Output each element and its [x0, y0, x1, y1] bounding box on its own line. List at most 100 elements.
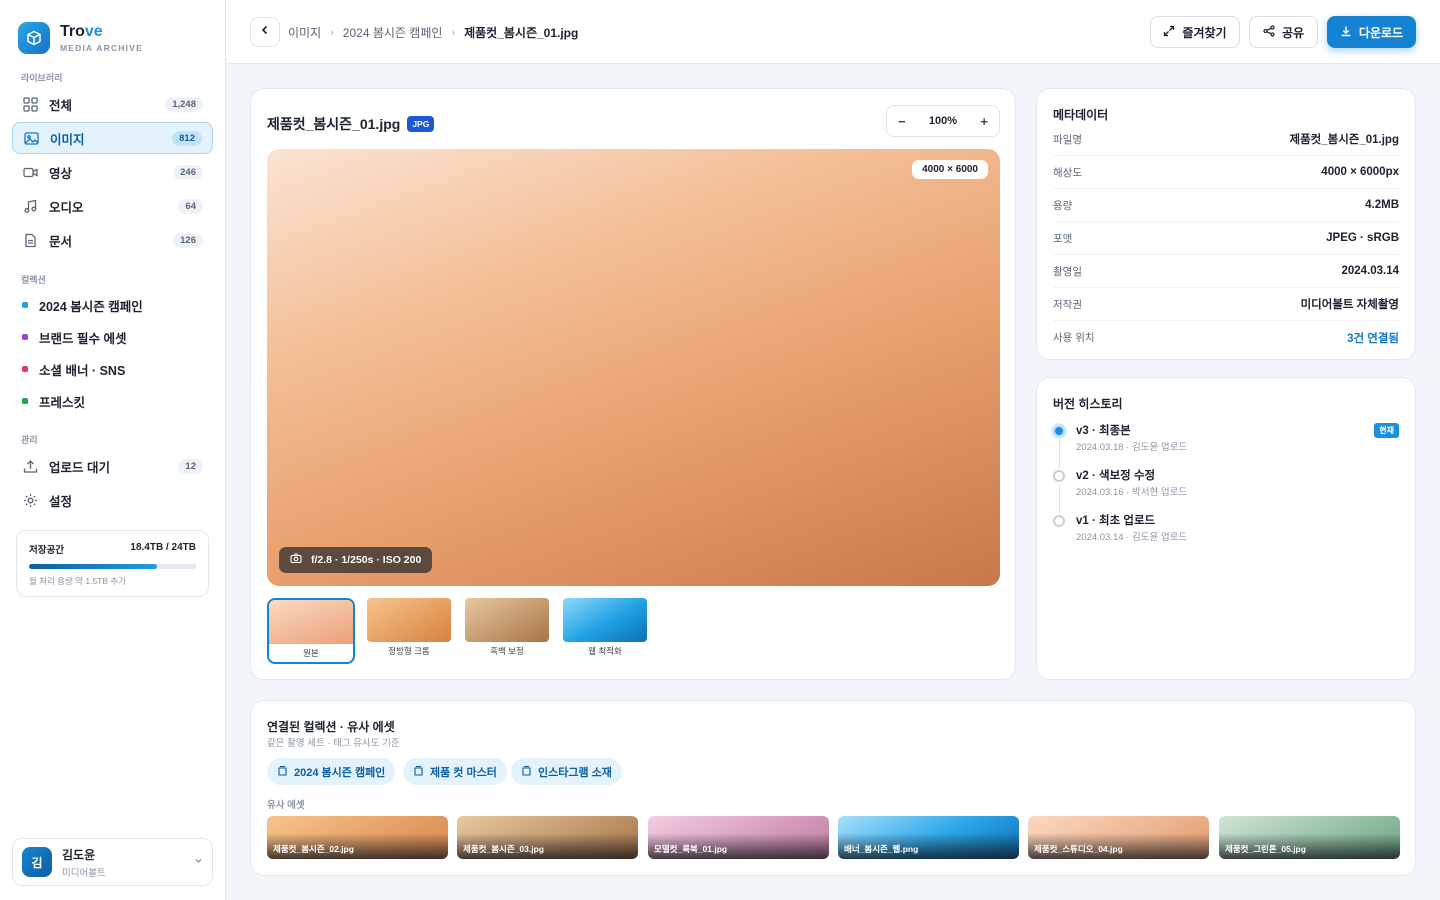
- count-badge: 126: [173, 232, 203, 248]
- thumbnail-image: [563, 598, 647, 642]
- sidebar-item-label: 업로드 대기: [49, 460, 110, 475]
- count-badge: 1,248: [165, 96, 203, 112]
- usage-link[interactable]: 3건 연결됨: [1347, 330, 1399, 346]
- metadata-row: 포맷 JPEG · sRGB: [1053, 222, 1399, 255]
- version-item[interactable]: v1 · 최초 업로드 2024.03.14 · 김도윤 업로드: [1053, 512, 1399, 554]
- thumbnail-image: [367, 598, 451, 642]
- collection-item[interactable]: 2024 봄시즌 캠페인: [12, 290, 213, 320]
- breadcrumb-current: 제품컷_봄시즌_01.jpg: [464, 26, 579, 40]
- collections-section-label: 컬렉션: [21, 275, 46, 285]
- sidebar-item-all[interactable]: 전체 1,248: [12, 88, 213, 120]
- metadata-row: 사용 위치 3건 연결됨: [1053, 321, 1399, 354]
- storage-title: 저장공간: [29, 545, 64, 556]
- chevron-right-icon: ›: [330, 26, 334, 39]
- version-item[interactable]: v2 · 색보정 수정 2024.03.16 · 박서현 업로드: [1053, 467, 1399, 514]
- metadata-row: 해상도 4000 × 6000px: [1053, 156, 1399, 189]
- sidebar-item-settings[interactable]: 설정: [12, 484, 213, 516]
- thumbnail-image: [269, 600, 353, 644]
- similar-asset[interactable]: 제품컷_그린톤_05.jpg: [1219, 816, 1400, 859]
- metadata-panel: 메타데이터 파일명 제품컷_봄시즌_01.jpg 해상도 4000 × 6000px…: [1036, 88, 1416, 360]
- sidebar-item-video[interactable]: 영상 246: [12, 156, 213, 188]
- chevron-down-icon: [194, 856, 203, 868]
- thumbnail-image: [465, 598, 549, 642]
- share-icon: [1263, 24, 1282, 40]
- settings-icon: [22, 492, 38, 508]
- brand-subtitle: MEDIA ARCHIVE: [60, 43, 143, 53]
- collection-pill[interactable]: 인스타그램 소재: [511, 758, 622, 785]
- thumbnail-square-crop[interactable]: 정방형 크롭: [367, 598, 455, 664]
- collection-item[interactable]: 소셜 배너 · SNS: [12, 354, 213, 384]
- metadata-row: 파일명 제품컷_봄시즌_01.jpg: [1053, 123, 1399, 156]
- user-name: 김도윤: [62, 847, 96, 862]
- zoom-level: 100%: [928, 115, 958, 127]
- collection-label: 소셜 배너 · SNS: [39, 363, 126, 378]
- zoom-out-button[interactable]: −: [898, 114, 906, 129]
- similar-asset[interactable]: 제품컷_스튜디오_04.jpg: [1028, 816, 1209, 859]
- sidebar-item-documents[interactable]: 문서 126: [12, 224, 213, 256]
- avatar: 김: [22, 847, 52, 877]
- thumbnail-bw-correction[interactable]: 흑백 보정: [465, 598, 553, 664]
- asset-label: 배너_봄시즌_웹.png: [844, 844, 919, 854]
- related-title: 연결된 컬렉션 · 유사 에셋: [267, 720, 395, 734]
- expand-icon: [1163, 25, 1182, 40]
- back-button[interactable]: [250, 17, 280, 47]
- count-badge: 12: [178, 458, 203, 474]
- folder-icon: [277, 765, 294, 779]
- thumbnail-label: 정방형 크롭: [388, 646, 430, 656]
- resolution-badge: 4000 × 6000: [912, 160, 988, 179]
- thumbnail-label: 흑백 보정: [490, 646, 524, 656]
- main-image-preview[interactable]: 4000 × 6000 f/2.8 · 1/250s · ISO 200: [267, 149, 1000, 586]
- share-button[interactable]: 공유: [1249, 16, 1318, 48]
- music-icon: [22, 198, 38, 214]
- user-menu[interactable]: 김 김도윤 미디어볼트: [12, 838, 213, 886]
- version-item[interactable]: v3 · 최종본 2024.03.18 · 김도윤 업로드 현재: [1053, 422, 1399, 469]
- sidebar-item-audio[interactable]: 오디오 64: [12, 190, 213, 222]
- count-badge: 64: [178, 198, 203, 214]
- zoom-in-button[interactable]: +: [980, 114, 988, 129]
- collection-pill[interactable]: 2024 봄시즌 캠페인: [267, 758, 396, 785]
- breadcrumb: 이미지 › 2024 봄시즌 캠페인 › 제품컷_봄시즌_01.jpg: [288, 24, 578, 41]
- timeline-line: [1058, 484, 1060, 514]
- collection-label: 프레스킷: [39, 395, 86, 410]
- sidebar-item-upload-queue[interactable]: 업로드 대기 12: [12, 450, 213, 482]
- breadcrumb-item[interactable]: 이미지: [288, 24, 321, 41]
- zoom-control: − 100% +: [886, 105, 1000, 137]
- brand[interactable]: Trove MEDIA ARCHIVE: [18, 22, 143, 54]
- similar-assets-label: 유사 에셋: [267, 800, 305, 811]
- similar-asset[interactable]: 배너_봄시즌_웹.png: [838, 816, 1019, 859]
- cube-logo-icon: [18, 22, 50, 54]
- collection-pill[interactable]: 제품 컷 마스터: [403, 758, 507, 785]
- similar-asset[interactable]: 제품컷_봄시즌_03.jpg: [457, 816, 638, 859]
- image-icon: [23, 130, 39, 146]
- asset-label: 제품컷_봄시즌_03.jpg: [463, 844, 544, 854]
- topbar: 이미지 › 2024 봄시즌 캠페인 › 제품컷_봄시즌_01.jpg 즐겨찾기…: [226, 0, 1440, 64]
- current-badge: 현재: [1374, 423, 1399, 438]
- asset-label: 제품컷_스튜디오_04.jpg: [1034, 844, 1123, 854]
- collection-color-dot: [22, 366, 28, 372]
- similar-asset[interactable]: 모델컷_룩북_01.jpg: [648, 816, 829, 859]
- collection-label: 브랜드 필수 에셋: [39, 331, 127, 346]
- library-section-label: 라이브러리: [21, 73, 63, 83]
- metadata-row: 촬영일 2024.03.14: [1053, 255, 1399, 288]
- breadcrumb-item[interactable]: 2024 봄시즌 캠페인: [343, 24, 443, 41]
- version-dot: [1053, 470, 1065, 482]
- version-dot: [1053, 515, 1065, 527]
- thumbnail-original[interactable]: 원본: [267, 598, 355, 664]
- storage-note: 월 처리 용량 약 1.5TB 추가: [29, 576, 127, 586]
- sidebar-item-images[interactable]: 이미지 812: [12, 122, 213, 154]
- asset-label: 모델컷_룩북_01.jpg: [654, 844, 728, 854]
- sidebar-item-label: 설정: [49, 494, 73, 509]
- thumbnail-web-optimized[interactable]: 웹 최적화: [563, 598, 651, 664]
- version-history-title: 버전 히스토리: [1053, 397, 1123, 411]
- collection-item[interactable]: 브랜드 필수 에셋: [12, 322, 213, 352]
- timeline-line: [1058, 439, 1060, 469]
- chevron-left-icon: [259, 23, 271, 41]
- similar-asset[interactable]: 제품컷_봄시즌_02.jpg: [267, 816, 448, 859]
- favorite-button[interactable]: 즐겨찾기: [1150, 16, 1240, 48]
- download-button[interactable]: 다운로드: [1327, 16, 1416, 48]
- asset-label: 제품컷_그린톤_05.jpg: [1225, 844, 1306, 854]
- metadata-row: 용량 4.2MB: [1053, 189, 1399, 222]
- thumbnail-label: 원본: [303, 648, 319, 658]
- collection-item[interactable]: 프레스킷: [12, 386, 213, 416]
- count-badge: 812: [172, 130, 202, 146]
